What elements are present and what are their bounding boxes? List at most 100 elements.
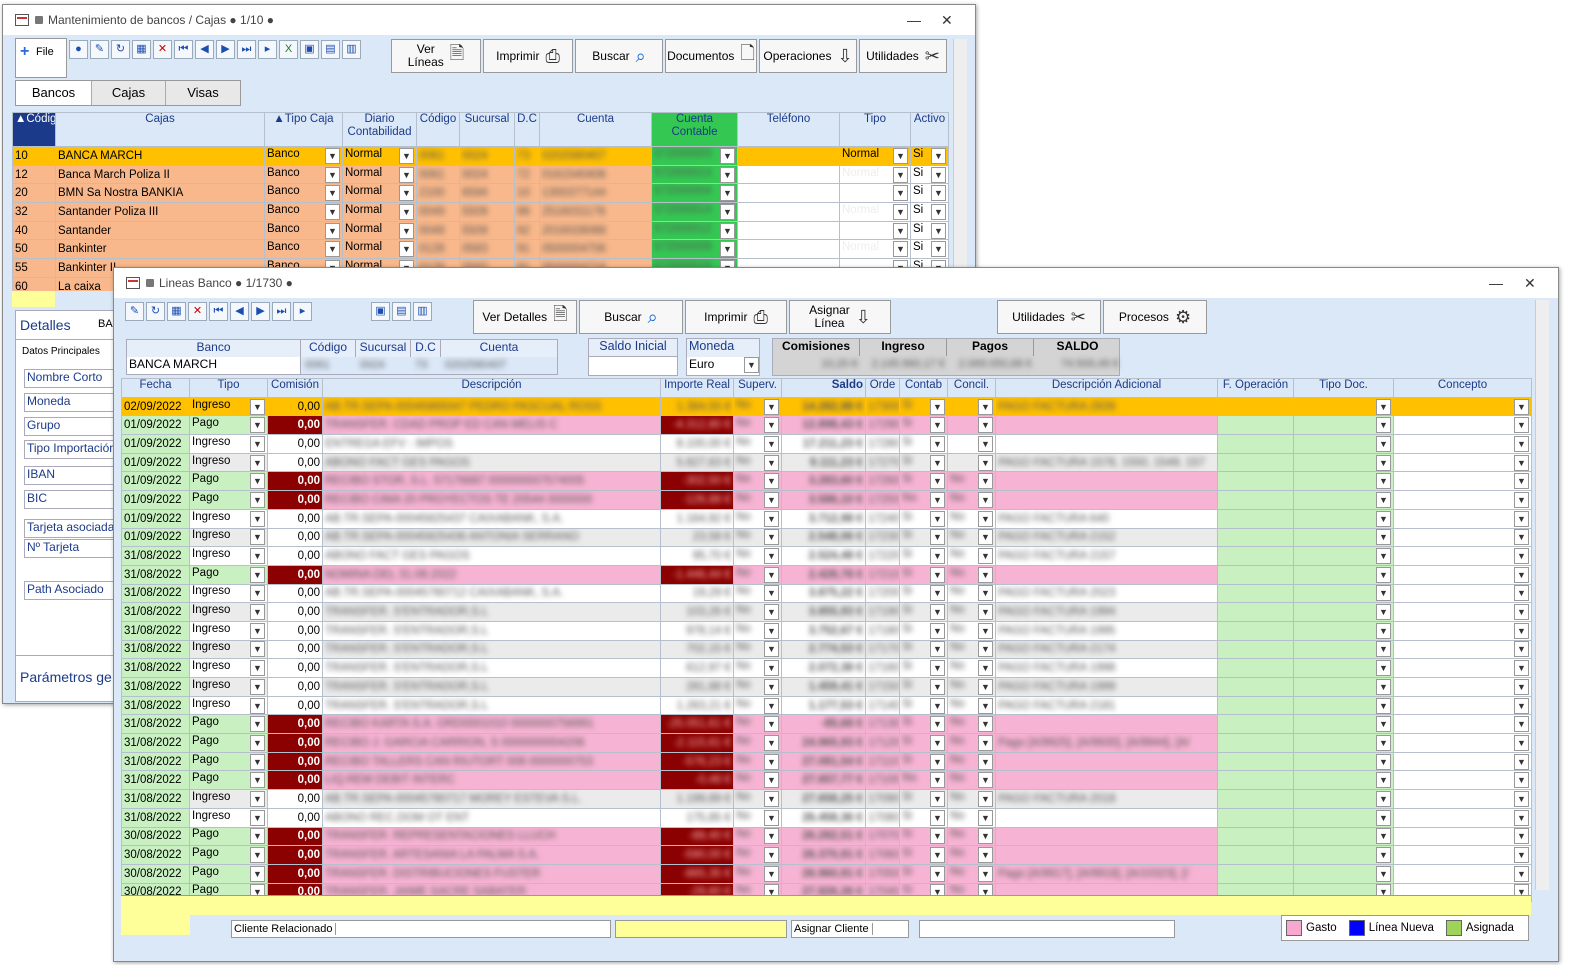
table-cell[interactable]: PAGO FACTURA 1995 [995, 620, 1218, 641]
cliente-relacionado-field[interactable]: Cliente Relacionado [231, 920, 611, 938]
table-cell[interactable]: 0,00 [267, 639, 323, 660]
table-cell[interactable]: 98 [514, 202, 540, 222]
table-cell[interactable] [995, 751, 1218, 772]
table-cell[interactable]: ▼ [1293, 733, 1394, 753]
operaciones-button[interactable]: Operaciones ⇩ [759, 39, 857, 73]
table-cell[interactable]: ▼ [1393, 770, 1532, 791]
table-cell[interactable]: 6594 [459, 183, 515, 204]
table-cell[interactable]: ▼ No [733, 396, 782, 417]
table-cell[interactable]: ▼ [1293, 508, 1394, 529]
chevron-down-icon[interactable]: ▼ [1376, 473, 1391, 490]
table-cell[interactable]: ▼ No [947, 527, 996, 548]
chevron-down-icon[interactable]: ▼ [250, 809, 265, 826]
table-cell[interactable]: 0,00 [267, 733, 323, 753]
table-cell[interactable] [1217, 639, 1294, 660]
table-cell[interactable]: 31/08/2022 [121, 620, 190, 641]
table-cell[interactable]: 01/09/2022 [121, 527, 190, 548]
parametros-label[interactable]: Parámetros ge [20, 669, 112, 685]
table-cell[interactable] [1217, 845, 1294, 865]
table-cell[interactable] [995, 415, 1218, 436]
table-cell[interactable] [1217, 527, 1294, 548]
table-cell[interactable]: 17200 [865, 583, 900, 604]
table-cell[interactable]: ▼ No [947, 620, 996, 641]
chevron-down-icon[interactable]: ▼ [250, 697, 265, 714]
filter-row[interactable] [121, 895, 1531, 915]
table-cell[interactable]: ▼ [1293, 826, 1394, 847]
table-cell[interactable]: ▼ [1393, 658, 1532, 678]
table-cell[interactable]: 30/08/2022 [121, 826, 190, 847]
chevron-down-icon[interactable]: ▼ [931, 222, 946, 239]
table-cell[interactable]: TRANSFER. ARTESANIA LA PALMA S.A. [322, 845, 661, 865]
table-row[interactable]: 50 Bankinter Banco ▼ Normal ▼ 0128 0583 91 050000… [12, 239, 949, 260]
table-cell[interactable]: 0,00 [267, 620, 323, 641]
calc-icon[interactable]: ▥ [413, 302, 432, 321]
new-record-icon[interactable]: ▸ [293, 302, 312, 321]
table-cell[interactable]: ▼ [1393, 639, 1532, 660]
chevron-down-icon[interactable]: ▼ [978, 753, 993, 770]
table-cell[interactable]: RECIBO KARTA S.A. ORD0001010 00000007569… [322, 714, 661, 735]
table-row[interactable]: 30/08/2022 ▼ Pago 0,00 TRANSFER. DISTRIBUCIO… [121, 863, 1532, 884]
chevron-down-icon[interactable]: ▼ [764, 566, 779, 583]
chevron-down-icon[interactable]: ▼ [764, 847, 779, 864]
table-cell[interactable]: 19,29 € [660, 583, 734, 604]
chevron-down-icon[interactable]: ▼ [930, 809, 945, 826]
table-cell[interactable]: 01/09/2022 [121, 471, 190, 492]
chevron-down-icon[interactable]: ▼ [1514, 585, 1529, 602]
chevron-down-icon[interactable]: ▼ [978, 641, 993, 658]
table-cell[interactable]: 1300377144 [539, 183, 652, 204]
chevron-down-icon[interactable]: ▼ [931, 203, 946, 220]
table-cell[interactable] [737, 239, 840, 260]
table-cell[interactable]: ▼ [1393, 845, 1532, 865]
table-cell[interactable]: ▼ No [733, 602, 782, 622]
chevron-down-icon[interactable]: ▼ [1376, 697, 1391, 714]
chevron-down-icon[interactable]: ▼ [978, 529, 993, 546]
chevron-down-icon[interactable]: ▼ [1376, 847, 1391, 864]
chevron-down-icon[interactable]: ▼ [931, 147, 946, 164]
table-cell[interactable]: -4.312,80 € [660, 415, 734, 436]
table-row[interactable]: 31/08/2022 ▼ Ingreso 0,00 ABONO FACT GES PAG… [121, 546, 1532, 566]
table-cell[interactable]: ▼ Si [899, 396, 948, 417]
table-cell[interactable] [737, 146, 840, 166]
table-cell[interactable]: 92 [514, 220, 540, 241]
table-cell[interactable]: 31/08/2022 [121, 807, 190, 828]
column-header[interactable]: Cuenta [539, 112, 652, 147]
excel-icon[interactable]: X [279, 40, 298, 59]
table-cell[interactable] [995, 845, 1218, 865]
table-cell[interactable]: 17220 [865, 546, 900, 566]
chevron-down-icon[interactable]: ▼ [764, 510, 779, 527]
column-header[interactable]: Superv. [733, 378, 782, 398]
table-cell[interactable]: ▼ No [947, 677, 996, 697]
export-icon[interactable]: ▣ [300, 40, 319, 59]
chevron-down-icon[interactable]: ▼ [978, 828, 993, 845]
table-cell[interactable]: 17300 [865, 396, 900, 417]
table-cell[interactable]: 1.384,55 € [660, 396, 734, 417]
table-cell[interactable]: 31/08/2022 [121, 714, 190, 735]
table-cell[interactable]: PAGO FACTURA 1994 [995, 602, 1218, 622]
chevron-down-icon[interactable]: ▼ [930, 529, 945, 546]
chevron-down-icon[interactable]: ▼ [930, 548, 945, 565]
table-cell[interactable]: 17250 [865, 490, 900, 510]
column-header[interactable]: Tipo Doc. [1293, 378, 1394, 398]
chevron-down-icon[interactable]: ▼ [250, 716, 265, 733]
table-cell[interactable]: 17170 [865, 639, 900, 660]
chevron-down-icon[interactable]: ▼ [250, 398, 265, 415]
table-cell[interactable]: 2.072,38 € [781, 658, 866, 678]
table-row[interactable]: 01/09/2022 ▼ Ingreso 0,00 ENTREGA EFV - IMPO… [121, 434, 1532, 454]
chevron-down-icon[interactable]: ▼ [720, 203, 735, 220]
table-cell[interactable]: ▼ Si [899, 695, 948, 716]
table-cell[interactable]: ▼ No [733, 452, 782, 473]
table-cell[interactable]: ▼ Si [899, 527, 948, 548]
chevron-down-icon[interactable]: ▼ [250, 604, 265, 621]
chevron-down-icon[interactable]: ▼ [930, 622, 945, 639]
delete-icon[interactable]: ✕ [188, 302, 207, 321]
table-row[interactable]: 40 Santander Banco ▼ Normal ▼ 0049 5509 92 201602… [12, 220, 949, 241]
chevron-down-icon[interactable]: ▼ [978, 678, 993, 695]
table-row[interactable]: 01/09/2022 ▼ Ingreso 0,00 ABONO FACT GES PAG… [121, 452, 1532, 473]
table-cell[interactable]: Pago [A/9917], [A/9918], [A/10323], [/ [995, 863, 1218, 884]
table-cell[interactable]: ▼ [1293, 770, 1394, 791]
table-cell[interactable]: ▼ No [947, 508, 996, 529]
chevron-down-icon[interactable]: ▼ [930, 697, 945, 714]
chevron-down-icon[interactable]: ▼ [250, 828, 265, 845]
lineas-window-titlebar[interactable]: Lineas Banco ● 1/1730 ● — ✕ [114, 268, 1558, 298]
table-cell[interactable]: AB.TR.SEPA-00045780717 MOREY ESTEVA S.L. [322, 789, 661, 809]
